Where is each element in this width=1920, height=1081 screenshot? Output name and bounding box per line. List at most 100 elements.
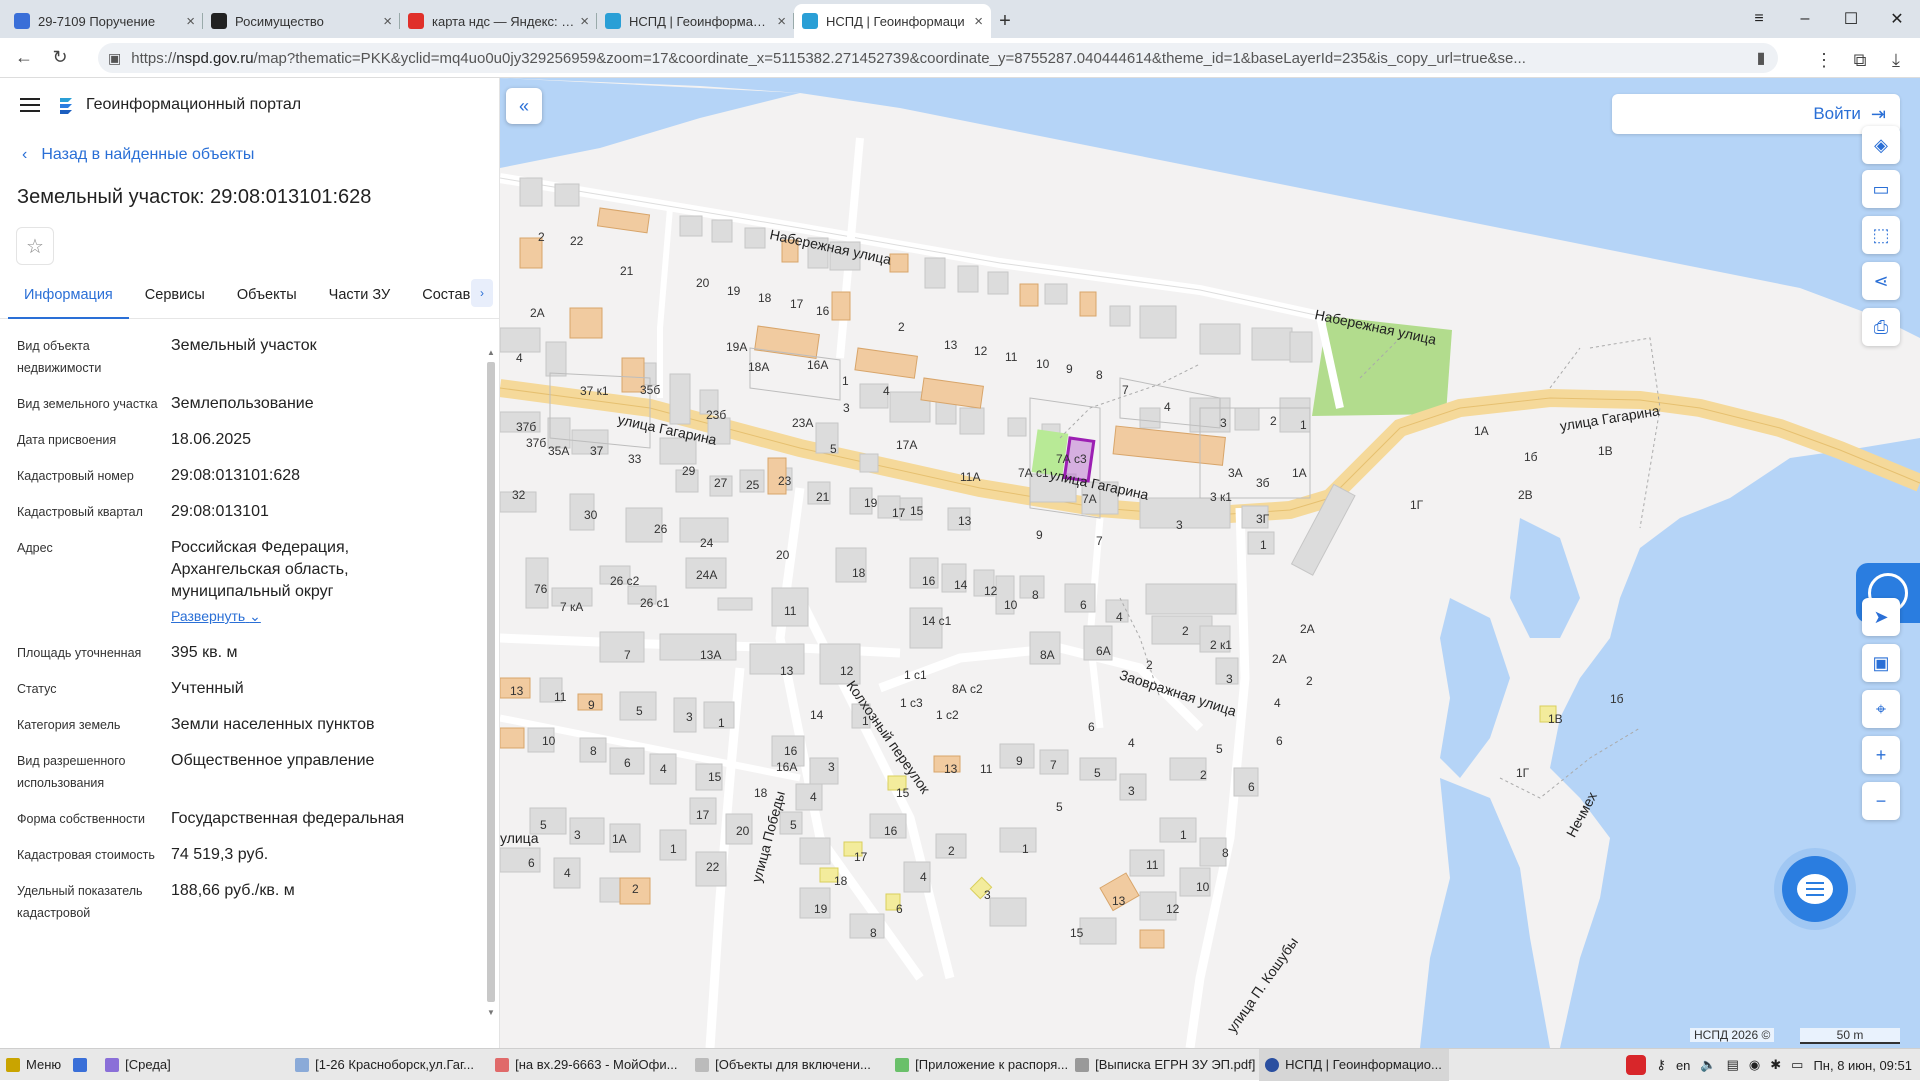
favicon-icon	[211, 13, 227, 29]
taskbar-item[interactable]	[67, 1049, 99, 1081]
menu-icon[interactable]: ≡	[1736, 10, 1782, 28]
close-tab-icon[interactable]: ×	[974, 13, 983, 30]
taskbar-item[interactable]: [Среда]	[99, 1049, 289, 1081]
close-tab-icon[interactable]: ×	[777, 13, 786, 30]
login-button[interactable]: Войти ⇥	[1612, 94, 1900, 134]
close-tab-icon[interactable]: ×	[383, 13, 392, 30]
close-tab-icon[interactable]: ×	[580, 13, 589, 30]
key-icon[interactable]: ⚷	[1656, 1057, 1666, 1073]
minimize-icon[interactable]: –	[1782, 10, 1828, 28]
tab-services[interactable]: Сервисы	[129, 279, 221, 319]
keyboard-layout-indicator[interactable]: en	[1676, 1058, 1690, 1073]
scroll-up-icon[interactable]: ▲	[487, 348, 495, 357]
browser-tab[interactable]: карта ндс — Яндекс: нас ×	[400, 4, 597, 38]
zoom-out-button[interactable]: −	[1862, 782, 1900, 820]
sidebar-icon[interactable]: ⧉	[1842, 42, 1878, 78]
layers-icon[interactable]: ◈	[1862, 126, 1900, 164]
house-number-label: 7	[1122, 383, 1129, 397]
close-window-icon[interactable]: ✕	[1874, 9, 1920, 29]
attribute-value: Земли населенных пунктов	[171, 716, 375, 733]
house-number-label: 16	[784, 744, 798, 758]
attribute-label: Удельный показатель кадастровой	[17, 884, 143, 920]
browser-tab[interactable]: НСПД | Геоинформацион ×	[597, 4, 794, 38]
attribute-row: Дата присвоения 18.06.2025	[17, 429, 499, 451]
system-tray: ⚷ en 🔈 ▤ ◉ ✱ ▭ Пн, 8 июн, 09:51	[1626, 1049, 1912, 1081]
clipboard-icon[interactable]: ▤	[1727, 1057, 1739, 1073]
address-bar[interactable]: ▣ https://nspd.gov.ru/map?thematic=PKK&y…	[98, 43, 1778, 73]
house-number-label: 1	[1260, 538, 1267, 552]
taskbar-item[interactable]: [1-26 Красноборск,ул.Гаг...	[289, 1049, 489, 1081]
share-icon[interactable]: ⋖	[1862, 262, 1900, 300]
collapse-panel-icon[interactable]: «	[506, 88, 542, 124]
house-number-label: 6	[528, 856, 535, 870]
downloads-icon[interactable]: ⤓	[1878, 42, 1914, 78]
back-arrow-icon[interactable]: ←	[6, 40, 42, 76]
browser-tab[interactable]: НСПД | Геоинформаци ×	[794, 4, 991, 38]
tabs-scroll-right-icon[interactable]: ›	[471, 279, 493, 307]
house-number-label: 6	[1088, 720, 1095, 734]
browser-tab[interactable]: 29-7109 Поручение ×	[6, 4, 203, 38]
area-select-icon[interactable]: ⬚	[1862, 216, 1900, 254]
house-number-label: 8	[870, 926, 877, 940]
search-location-icon[interactable]: ⌖	[1862, 690, 1900, 728]
taskbar-item[interactable]: [на вх.29-6663 - МойОфи...	[489, 1049, 689, 1081]
scroll-down-icon[interactable]: ▼	[487, 1008, 495, 1017]
house-number-label: 4	[1274, 696, 1281, 710]
attribute-row: Адрес Российская Федерация, Архангельская…	[17, 537, 499, 628]
bluetooth-icon[interactable]: ✱	[1770, 1057, 1781, 1073]
display-icon[interactable]: ▭	[1791, 1057, 1803, 1073]
tab-title: НСПД | Геоинформацион	[629, 13, 772, 29]
maximize-icon[interactable]: ☐	[1828, 9, 1874, 29]
ruler-icon[interactable]: ▭	[1862, 170, 1900, 208]
house-number-label: 76	[534, 582, 548, 596]
zoom-in-button[interactable]: +	[1862, 736, 1900, 774]
taskbar-item[interactable]: [Приложение к распоря...	[889, 1049, 1069, 1081]
house-number-label: 18	[834, 874, 848, 888]
volume-icon[interactable]: 🔈	[1700, 1057, 1716, 1073]
tab-objects[interactable]: Объекты	[221, 279, 313, 319]
back-to-results-link[interactable]: ‹ Назад в найденные объекты	[0, 140, 499, 170]
print-icon[interactable]: ⎙	[1862, 308, 1900, 346]
app-tray-icon[interactable]	[1626, 1055, 1647, 1075]
new-tab-button[interactable]: +	[991, 4, 1019, 38]
start-menu-button[interactable]: Меню	[0, 1049, 67, 1081]
chat-assistant-button[interactable]	[1782, 856, 1848, 922]
scrollbar-thumb[interactable]	[487, 362, 495, 1002]
house-number-label: 8А с2	[952, 682, 983, 696]
attribute-label: Кадастровая стоимость	[17, 848, 155, 862]
house-number-label: 22	[570, 234, 584, 248]
house-number-label: 5	[1056, 800, 1063, 814]
house-number-label: 4	[883, 384, 890, 398]
house-number-label: 7	[1050, 758, 1057, 772]
taskbar-item[interactable]: [Объекты для включени...	[689, 1049, 889, 1081]
expand-address-link[interactable]: Развернуть ⌄	[171, 605, 261, 627]
site-info-icon[interactable]: ▣	[108, 50, 121, 67]
sidebar-scrollbar[interactable]: ▲ ▼	[486, 348, 496, 1048]
hamburger-menu-icon[interactable]	[20, 98, 40, 112]
reload-icon[interactable]: ↻	[42, 40, 78, 76]
taskbar-item-active[interactable]: НСПД | Геоинформацио...	[1259, 1048, 1450, 1081]
attribute-row: Кадастровый номер 29:08:013101:628	[17, 465, 499, 487]
more-options-icon[interactable]: ⋮	[1806, 42, 1842, 78]
locate-me-icon[interactable]: ➤	[1862, 598, 1900, 636]
browser-tab[interactable]: Росимущество ×	[203, 4, 400, 38]
tab-information[interactable]: Информация	[8, 279, 129, 319]
network-icon[interactable]: ◉	[1749, 1057, 1760, 1073]
folder-icon	[295, 1057, 310, 1072]
basemap-icon[interactable]: ▣	[1862, 644, 1900, 682]
tab-parts[interactable]: Части ЗУ	[313, 279, 407, 319]
map-view[interactable]: 2 22 21 20 19 18 17 16 2А 19А 16А 18А 2 13 12 11 10 9 8 7 1 4…	[500, 78, 1920, 1048]
house-number-label: 15	[1070, 926, 1084, 940]
close-tab-icon[interactable]: ×	[186, 13, 195, 30]
attribute-row: Вид разрешенного использования Общественн…	[17, 750, 499, 794]
url-text[interactable]: https://nspd.gov.ru/map?thematic=PKK&ycl…	[131, 50, 1744, 67]
map-canvas[interactable]	[500, 78, 1920, 1048]
house-number-label: 1б	[1610, 692, 1624, 706]
clock[interactable]: Пн, 8 июн, 09:51	[1813, 1058, 1912, 1073]
favorite-star-icon[interactable]: ☆	[16, 227, 54, 265]
house-number-label: 20	[736, 824, 750, 838]
house-number-label: 26 с2	[610, 574, 640, 588]
attribute-row: Кадастровая стоимость 74 519,3 руб.	[17, 844, 499, 866]
taskbar-item[interactable]: [Выписка ЕГРН ЗУ ЭП.pdf]	[1069, 1049, 1259, 1081]
bookmark-icon[interactable]: ▮	[1744, 48, 1778, 68]
